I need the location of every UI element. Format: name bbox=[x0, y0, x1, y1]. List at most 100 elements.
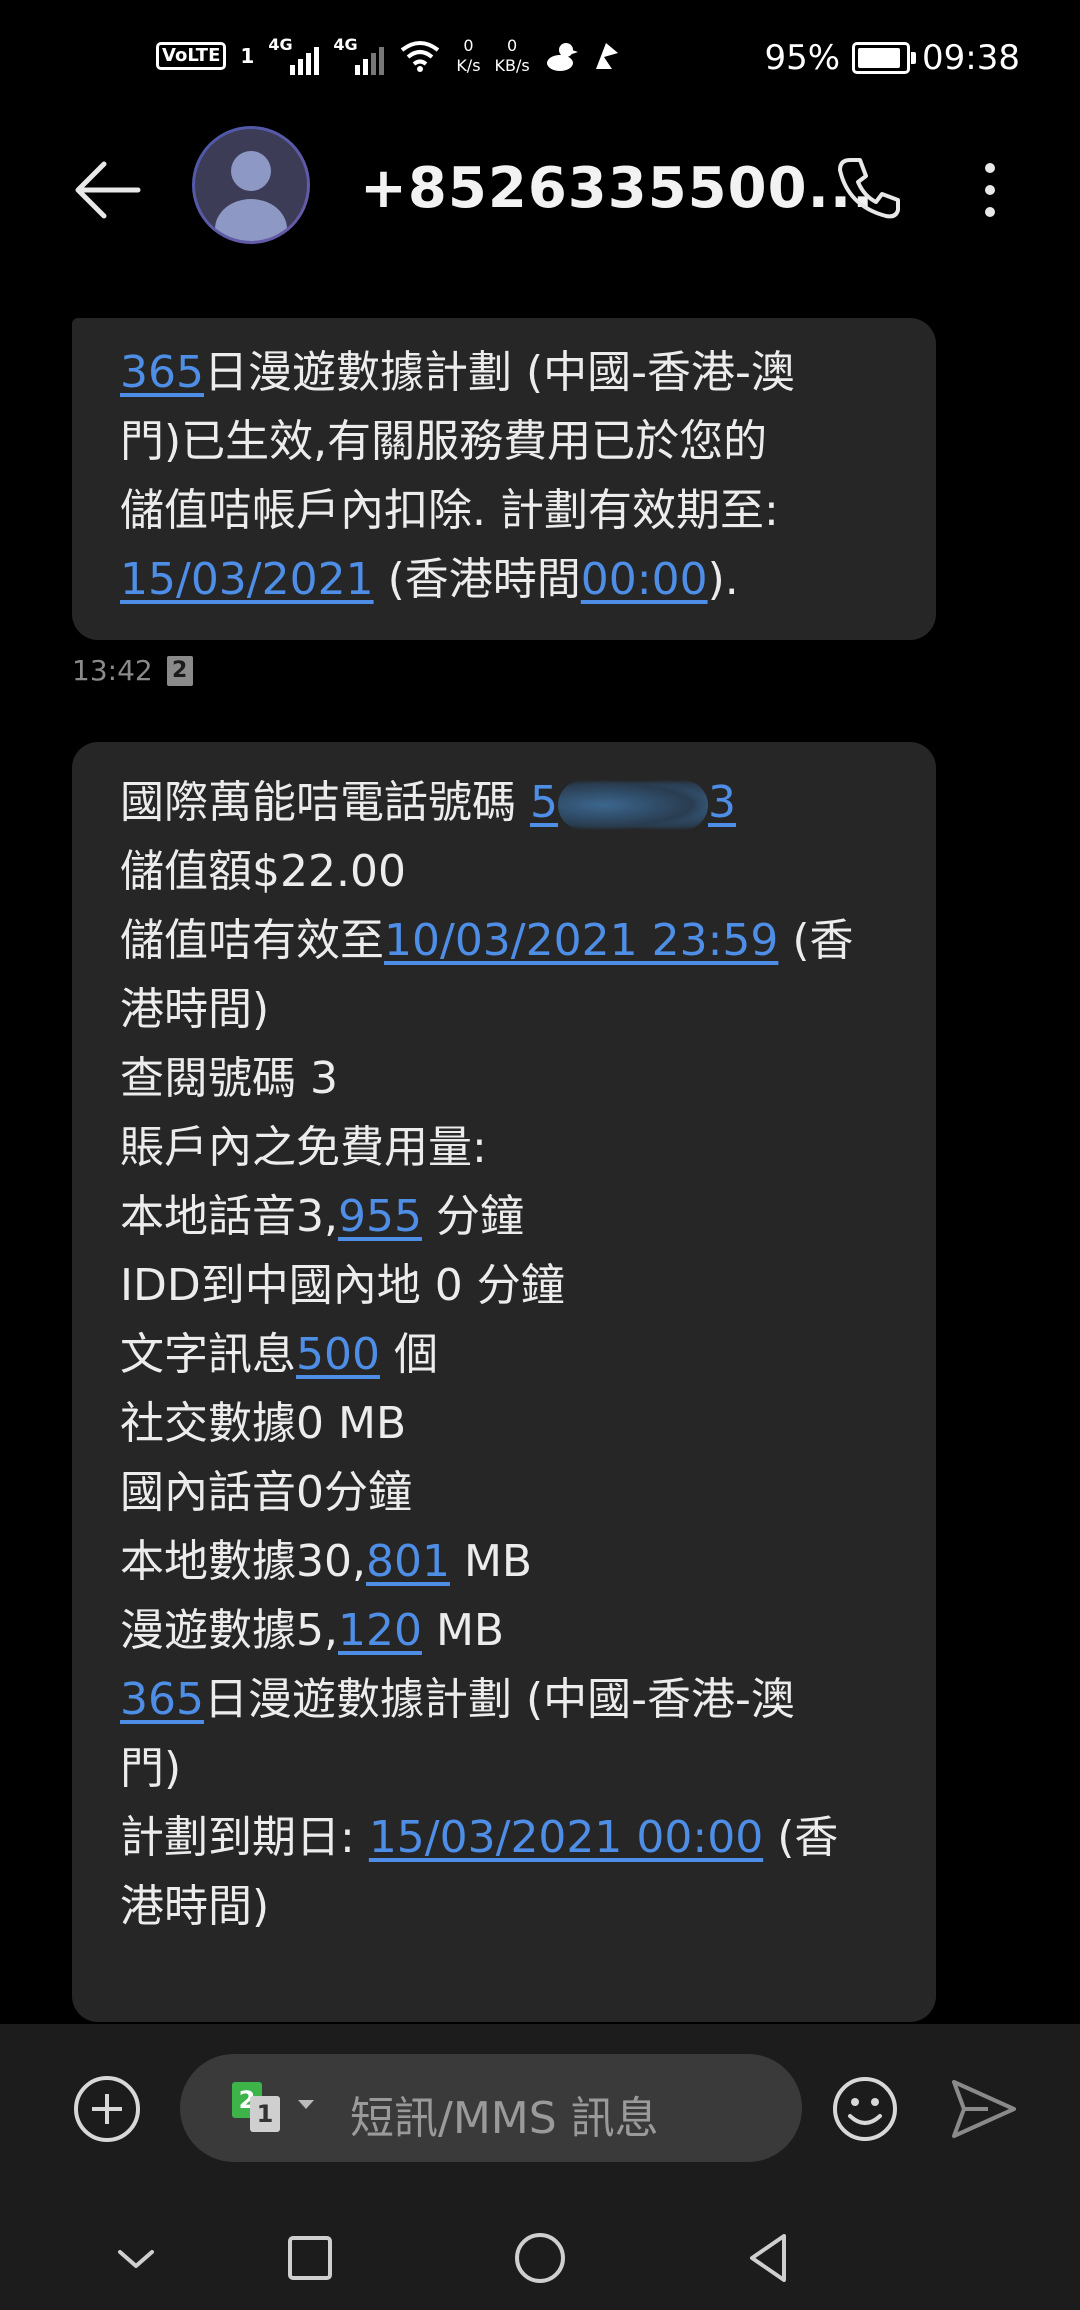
message-link[interactable]: 3 bbox=[708, 777, 736, 828]
message-line: 漫遊數據5,120 MB bbox=[120, 1596, 888, 1665]
message-text: 文字訊息 bbox=[120, 1329, 296, 1380]
message-line: 計劃到期日: 15/03/2021 00:00 (香 bbox=[120, 1803, 888, 1872]
sim1-indicator: 1 bbox=[240, 44, 255, 68]
message-text: 門)已生效,有關服務費用已於您的 bbox=[120, 416, 768, 467]
message-line: 儲值額$22.00 bbox=[120, 837, 888, 906]
avatar[interactable] bbox=[192, 126, 310, 244]
message-text: 港時間) bbox=[120, 1881, 270, 1932]
message-line: 門) bbox=[120, 1734, 888, 1803]
message-text: 國際萬能咭電話號碼 bbox=[120, 777, 530, 828]
message-line: 賬戶內之免費用量: bbox=[120, 1113, 888, 1182]
wifi-icon bbox=[401, 41, 440, 72]
message-text: IDD到中國內地 0 分鐘 bbox=[120, 1260, 565, 1311]
conversation-header: +8526335500... bbox=[0, 110, 1080, 260]
message-text: 儲值咭帳戶內扣除. 計劃有效期至: bbox=[120, 485, 779, 536]
signal1-icon: 4G bbox=[268, 35, 320, 75]
message-text: 門) bbox=[120, 1743, 182, 1794]
signal2-icon: 4G bbox=[333, 35, 385, 75]
message-link[interactable]: 365 bbox=[120, 347, 204, 398]
message-line: 本地數據30,801 MB bbox=[120, 1527, 888, 1596]
battery-icon bbox=[852, 42, 917, 74]
message-text: 港時間) bbox=[120, 984, 270, 1035]
back-arrow-icon[interactable] bbox=[68, 150, 148, 230]
battery-percent: 95% bbox=[764, 38, 841, 78]
message-timestamp: 13:42 bbox=[72, 654, 153, 687]
sim-badge: 2 bbox=[166, 655, 193, 686]
message-bubble[interactable]: 國際萬能咭電話號碼 5 3 儲值額$22.00 儲值咭有效至10/03/2021 23… bbox=[72, 742, 936, 2022]
volte-icon: VoLTE bbox=[156, 42, 227, 70]
message-text: 本地話音3, bbox=[120, 1191, 338, 1242]
message-text: (香 bbox=[778, 915, 854, 966]
avatar-icon bbox=[195, 129, 307, 241]
nav-down-icon[interactable] bbox=[104, 2226, 168, 2290]
message-placeholder: 短訊/MMS 訊息 bbox=[350, 2093, 659, 2144]
message-link[interactable]: 15/03/2021 00:00 bbox=[369, 1812, 763, 1863]
message-text: (香港時間 bbox=[373, 554, 581, 605]
message-link[interactable]: 5 bbox=[530, 777, 558, 828]
message-text: 本地數據30, bbox=[120, 1536, 366, 1587]
nav-back-icon[interactable] bbox=[738, 2226, 802, 2290]
status-icons-right: 95% 09:38 bbox=[764, 38, 1020, 78]
sim-selector[interactable]: 2 1 bbox=[232, 2082, 314, 2136]
message-link[interactable]: 500 bbox=[296, 1329, 380, 1380]
message-link[interactable]: 120 bbox=[338, 1605, 422, 1656]
clock: 09:38 bbox=[922, 38, 1020, 78]
conversation-title: +8526335500... bbox=[360, 156, 875, 221]
net-speed-2-value: 0 bbox=[507, 36, 518, 55]
message-line: 國際萬能咭電話號碼 5 3 bbox=[120, 768, 888, 837]
nav-circle-icon[interactable] bbox=[508, 2226, 572, 2290]
net-speed-1-unit: K/s bbox=[456, 56, 481, 75]
status-bar: VoLTE 1 4G 4G 0 K/s 0 KB/s 95% 09:38 bbox=[0, 0, 1080, 110]
message-text: 儲值咭有效至 bbox=[120, 915, 384, 966]
net-speed-2: 0 KB/s bbox=[495, 36, 530, 76]
signal2-label: 4G bbox=[333, 35, 358, 54]
net-speed-1: 0 K/s bbox=[456, 36, 480, 76]
add-icon[interactable] bbox=[74, 2076, 140, 2142]
chevron-down-icon bbox=[298, 2100, 314, 2109]
message-link[interactable]: 955 bbox=[338, 1191, 422, 1242]
message-text: 日漫遊數據計劃 (中國-香港-澳 bbox=[203, 347, 795, 398]
message-text: ). bbox=[707, 554, 739, 605]
message-text: 查閱號碼 3 bbox=[120, 1053, 338, 1104]
message-link[interactable]: 365 bbox=[120, 1674, 204, 1725]
nav-square-icon[interactable] bbox=[278, 2226, 342, 2290]
message-link[interactable]: 15/03/2021 bbox=[120, 554, 374, 605]
message-text: 社交數據0 MB bbox=[120, 1398, 407, 1449]
duck-icon bbox=[546, 43, 578, 71]
notification-app-icon bbox=[595, 43, 618, 69]
message-text: 國內話音0分鐘 bbox=[120, 1467, 412, 1518]
message-text: 分鐘 bbox=[421, 1191, 524, 1242]
sim-secondary: 1 bbox=[250, 2096, 280, 2132]
net-speed-1-value: 0 bbox=[463, 36, 474, 55]
message-text: 漫遊數據5, bbox=[120, 1605, 338, 1656]
signal1-label: 4G bbox=[268, 35, 293, 54]
net-speed-2-unit: KB/s bbox=[494, 56, 530, 75]
message-meta: 13:42 2 bbox=[72, 654, 193, 687]
message-line: 本地話音3,955 分鐘 bbox=[120, 1182, 888, 1251]
message-line: 港時間) bbox=[120, 975, 888, 1044]
message-text: 計劃到期日: bbox=[120, 1812, 369, 1863]
more-vertical-icon[interactable] bbox=[970, 150, 1010, 230]
message-link[interactable]: 801 bbox=[366, 1536, 450, 1587]
system-nav-bar bbox=[0, 2204, 1080, 2310]
send-icon[interactable] bbox=[948, 2076, 1020, 2142]
message-link[interactable]: 10/03/2021 23:59 bbox=[384, 915, 778, 966]
message-bubble[interactable]: 365日漫遊數據計劃 (中國-香港-澳門)已生效,有關服務費用已於您的 儲值咭帳戶… bbox=[72, 318, 936, 640]
message-line: 365日漫遊數據計劃 (中國-香港-澳 bbox=[120, 1665, 888, 1734]
message-text: MB bbox=[449, 1536, 533, 1587]
message-input[interactable]: 2 1 短訊/MMS 訊息 bbox=[180, 2054, 802, 2162]
message-line: 國內話音0分鐘 bbox=[120, 1458, 888, 1527]
message-link[interactable]: 00:00 bbox=[581, 554, 708, 605]
message-line: 文字訊息500 個 bbox=[120, 1320, 888, 1389]
emoji-icon[interactable] bbox=[830, 2074, 900, 2144]
phone-icon[interactable] bbox=[828, 148, 908, 228]
message-text: 日漫遊數據計劃 (中國-香港-澳 bbox=[203, 1674, 795, 1725]
redacted-blur bbox=[558, 780, 708, 830]
message-line: 港時間) bbox=[120, 1872, 888, 1941]
message-line: IDD到中國內地 0 分鐘 bbox=[120, 1251, 888, 1320]
message-text: 儲值額$22.00 bbox=[120, 846, 406, 897]
message-line: 查閱號碼 3 bbox=[120, 1044, 888, 1113]
message-text: (香 bbox=[763, 1812, 839, 1863]
message-line: 儲值咭有效至10/03/2021 23:59 (香 bbox=[120, 906, 888, 975]
status-icons-left: VoLTE 1 4G 4G 0 K/s 0 KB/s bbox=[156, 35, 622, 76]
